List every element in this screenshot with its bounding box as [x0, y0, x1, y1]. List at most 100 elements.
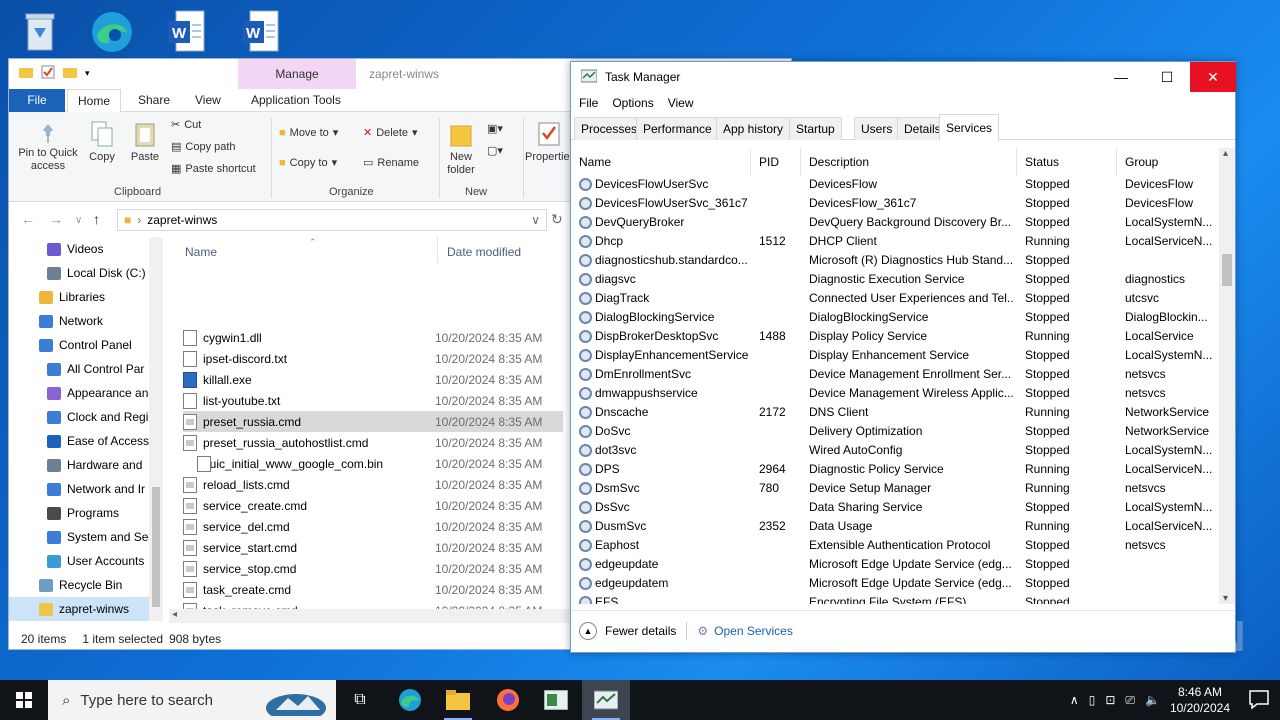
service-row[interactable]: Dnscache 2172 DNS Client Running NetworkServ…	[571, 403, 1219, 422]
nav-item[interactable]: Programs	[9, 501, 149, 525]
chevron-down-icon[interactable]: ∨	[531, 213, 540, 227]
service-row[interactable]: DiagTrack Connected User Experiences and …	[571, 289, 1219, 308]
file-row[interactable]: service_start.cmd 10/20/2024 8:35 AM	[183, 537, 563, 558]
file-row[interactable]: ipset-discord.txt 10/20/2024 8:35 AM	[183, 348, 563, 369]
maximize-button[interactable]: ☐	[1144, 62, 1190, 92]
file-explorer-taskbar-button[interactable]	[434, 680, 482, 720]
firefox-taskbar-button[interactable]	[484, 680, 532, 720]
service-row[interactable]: EFS Encrypting File System (EFS) Stopped	[571, 593, 1219, 604]
device-icon[interactable]: ⊡	[1105, 693, 1115, 707]
scrollbar-thumb[interactable]	[1222, 254, 1232, 286]
chevron-down-icon[interactable]: ▾	[1223, 593, 1228, 604]
clock[interactable]: 8:46 AM 10/20/2024	[1170, 684, 1230, 716]
column-name[interactable]: Name	[185, 245, 217, 259]
copy-to-button[interactable]: ■ Copy to ▾	[279, 156, 337, 170]
service-row[interactable]: DPS 2964 Diagnostic Policy Service Running L…	[571, 460, 1219, 479]
new-item-button[interactable]: ▣▾	[487, 122, 503, 135]
file-row[interactable]: service_stop.cmd 10/20/2024 8:35 AM	[183, 558, 563, 579]
file-row[interactable]: service_del.cmd 10/20/2024 8:35 AM	[183, 516, 563, 537]
app-taskbar-button[interactable]	[532, 680, 580, 720]
easy-access-button[interactable]: ▢▾	[487, 144, 503, 157]
notification-button[interactable]	[1248, 688, 1272, 712]
service-row[interactable]: edgeupdate Microsoft Edge Update Service …	[571, 555, 1219, 574]
properties-button[interactable]: Properties	[525, 120, 573, 163]
nav-item[interactable]: Control Panel	[9, 333, 149, 357]
copy-button[interactable]: Copy	[87, 120, 117, 163]
chevron-up-icon[interactable]: ▴	[1223, 148, 1228, 159]
service-row[interactable]: DoSvc Delivery Optimization Stopped Network…	[571, 422, 1219, 441]
column-pid[interactable]: PID	[751, 148, 801, 176]
nav-item[interactable]: System and Sec	[9, 525, 149, 549]
nav-item[interactable]: Appearance an	[9, 381, 149, 405]
tab-home[interactable]: Home	[67, 89, 122, 113]
cut-button[interactable]: ✂ Cut	[171, 118, 201, 132]
scrollbar-thumb[interactable]	[152, 487, 160, 607]
file-row[interactable]: preset_russia.cmd 10/20/2024 8:35 AM	[183, 411, 563, 432]
file-row[interactable]: list-youtube.txt 10/20/2024 8:35 AM	[183, 390, 563, 411]
services-scrollbar[interactable]: ▴ ▾	[1219, 148, 1235, 604]
edge-desktop-icon[interactable]	[86, 6, 138, 58]
edge-taskbar-button[interactable]	[386, 680, 434, 720]
forward-arrow-icon[interactable]: →	[49, 211, 63, 227]
nav-item[interactable]: Libraries	[9, 285, 149, 309]
recycle-bin-desktop-icon[interactable]	[14, 6, 66, 58]
tab-view[interactable]: View	[185, 89, 231, 112]
tab-application-tools[interactable]: Application Tools	[241, 89, 351, 112]
tab-share[interactable]: Share	[128, 89, 180, 112]
file-row[interactable]: reload_lists.cmd 10/20/2024 8:35 AM	[183, 474, 563, 495]
up-arrow-icon[interactable]: ↑	[93, 211, 100, 227]
menu-options[interactable]: Options	[612, 96, 653, 110]
open-services-link[interactable]: ⚙ Open Services	[697, 624, 792, 638]
tab-services[interactable]: Services	[939, 114, 1000, 141]
chevron-up-icon[interactable]: ∧	[1070, 693, 1079, 707]
file-row[interactable]: preset_russia_autohostlist.cmd 10/20/2024…	[183, 432, 563, 453]
nav-scrollbar[interactable]	[149, 237, 163, 621]
service-row[interactable]: DsmSvc 780 Device Setup Manager Running nets…	[571, 479, 1219, 498]
service-row[interactable]: DispBrokerDesktopSvc 1488 Display Policy S…	[571, 327, 1219, 346]
nav-item[interactable]: Network and Ir	[9, 477, 149, 501]
service-row[interactable]: edgeupdatem Microsoft Edge Update Service…	[571, 574, 1219, 593]
service-row[interactable]: dmwappushservice Device Management Wirele…	[571, 384, 1219, 403]
nav-item[interactable]: Recycle Bin	[9, 573, 149, 597]
new-folder-button[interactable]: New folder	[441, 120, 481, 177]
word-document-desktop-icon[interactable]: W	[160, 6, 212, 58]
service-row[interactable]: DmEnrollmentSvc Device Management Enrollm…	[571, 365, 1219, 384]
tablet-icon[interactable]: ▯	[1089, 693, 1096, 707]
nav-item[interactable]: Clock and Regi	[9, 405, 149, 429]
tab-performance[interactable]: Performance	[636, 117, 719, 140]
file-row[interactable]: service_create.cmd 10/20/2024 8:35 AM	[183, 495, 563, 516]
service-row[interactable]: Dhcp 1512 DHCP Client Running LocalServiceN.…	[571, 232, 1219, 251]
network-icon[interactable]: ⎚	[1125, 693, 1135, 708]
task-view-button[interactable]: ⧉	[336, 680, 384, 720]
word-document-desktop-icon[interactable]: W	[234, 6, 286, 58]
address-bar[interactable]: ■ › zapret-winws ∨	[117, 209, 547, 231]
column-description[interactable]: Description	[801, 148, 1017, 176]
column-group[interactable]: Group	[1117, 148, 1219, 176]
service-row[interactable]: DevicesFlowUserSvc_361c7 DevicesFlow_361c…	[571, 194, 1219, 213]
tab-startup[interactable]: Startup	[789, 117, 842, 140]
menu-view[interactable]: View	[668, 96, 694, 110]
service-row[interactable]: DsSvc Data Sharing Service Stopped LocalSys…	[571, 498, 1219, 517]
copy-path-button[interactable]: ▤ Copy path	[171, 140, 236, 154]
service-row[interactable]: DevicesFlowUserSvc DevicesFlow Stopped Devi…	[571, 175, 1219, 194]
nav-item[interactable]: Ease of Access	[9, 429, 149, 453]
tab-processes[interactable]: Processes	[574, 117, 645, 140]
rename-button[interactable]: ▭ Rename	[363, 156, 419, 170]
nav-item[interactable]: Local Disk (C:)	[9, 261, 149, 285]
tab-file[interactable]: File	[9, 89, 65, 112]
tab-app-history[interactable]: App history	[716, 117, 791, 140]
file-row[interactable]: cygwin1.dll 10/20/2024 8:35 AM	[183, 327, 563, 348]
new-folder-quick-icon[interactable]	[63, 66, 77, 81]
service-row[interactable]: diagnosticshub.standardco... Microsoft (R…	[571, 251, 1219, 270]
paste-shortcut-button[interactable]: ▦ Paste shortcut	[171, 162, 256, 176]
minimize-button[interactable]: —	[1098, 62, 1144, 92]
fewer-details-button[interactable]: ▲ Fewer details	[579, 621, 676, 640]
file-row[interactable]: task_create.cmd 10/20/2024 8:35 AM	[183, 579, 563, 600]
move-to-button[interactable]: ■ Move to ▾	[279, 126, 338, 140]
service-row[interactable]: DisplayEnhancementService Display Enhance…	[571, 346, 1219, 365]
service-row[interactable]: DialogBlockingService DialogBlockingServi…	[571, 308, 1219, 327]
service-row[interactable]: Eaphost Extensible Authentication Protoco…	[571, 536, 1219, 555]
chevron-down-icon[interactable]: ∨	[75, 215, 82, 226]
file-row[interactable]: quic_initial_www_google_com.bin 10/20/202…	[183, 453, 563, 474]
properties-quick-icon[interactable]	[41, 65, 55, 82]
